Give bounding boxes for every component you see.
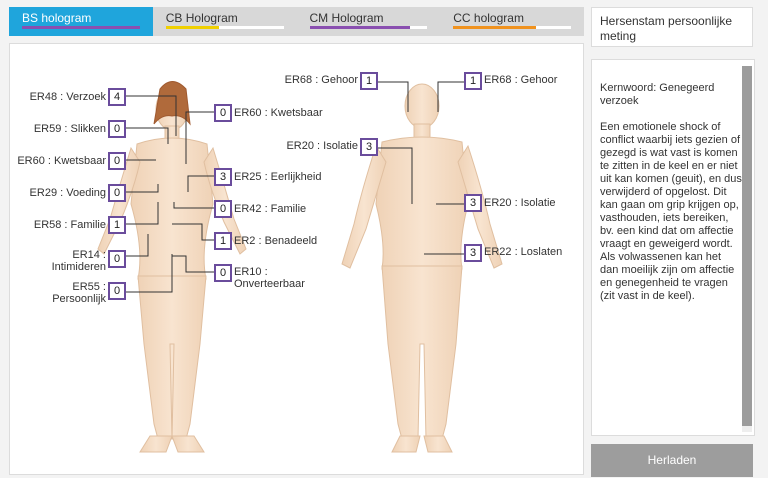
- front-label: ER14 : Intimideren: [51, 249, 106, 273]
- panel-scrollbar[interactable]: [742, 66, 752, 432]
- tab-label: CM Hologram: [309, 11, 384, 25]
- score-box[interactable]: 0: [108, 282, 126, 300]
- body-map: ER48 : Verzoek 4 ER59 : Slikken 0 ER60 :…: [9, 43, 584, 475]
- score-box[interactable]: 0: [108, 184, 126, 202]
- front-label: ER42 : Familie: [234, 203, 307, 215]
- tab-label: BS hologram: [22, 11, 92, 25]
- score-box[interactable]: 3: [464, 244, 482, 262]
- score-box[interactable]: 3: [214, 168, 232, 186]
- score-box[interactable]: 1: [464, 72, 482, 90]
- back-label: ER20 : Isolatie: [484, 197, 556, 209]
- score-box[interactable]: 0: [108, 250, 126, 268]
- back-label: ER20 : Isolatie: [286, 140, 358, 152]
- tab-progress-bar: [165, 26, 284, 29]
- score-box[interactable]: 1: [360, 72, 378, 90]
- back-label: ER22 : Loslaten: [484, 246, 563, 258]
- tab-cm-hologram[interactable]: CM Hologram: [296, 7, 441, 36]
- front-label: ER58 : Familie: [33, 219, 106, 231]
- tab-progress-bar: [453, 26, 571, 29]
- front-label: ER55 : Persoonlijk: [52, 281, 106, 305]
- tab-bs-hologram[interactable]: BS hologram: [9, 7, 153, 36]
- tab-progress-bar: [22, 26, 140, 29]
- scroll-thumb[interactable]: [742, 66, 752, 426]
- tab-cc-hologram[interactable]: CC hologram: [440, 7, 584, 36]
- panel-title: Hersenstam persoonlijke meting: [591, 7, 753, 47]
- tab-label: CC hologram: [453, 11, 524, 25]
- score-box[interactable]: 0: [214, 200, 232, 218]
- reload-button[interactable]: Herladen: [591, 444, 753, 477]
- score-box[interactable]: 0: [214, 104, 232, 122]
- score-box[interactable]: 0: [214, 264, 232, 282]
- panel-text: Kernwoord: Genegeerd verzoek Een emotion…: [600, 82, 742, 316]
- score-box[interactable]: 3: [464, 194, 482, 212]
- front-label: ER2 : Benadeeld: [234, 235, 318, 247]
- front-label: ER48 : Verzoek: [29, 91, 106, 103]
- back-label: ER68 : Gehoor: [484, 74, 558, 86]
- tab-cb-hologram[interactable]: CB Hologram: [152, 7, 297, 36]
- front-label: ER10 : Onverteerbaar: [234, 266, 305, 290]
- score-box[interactable]: 0: [108, 120, 126, 138]
- front-label: ER59 : Slikken: [33, 123, 106, 135]
- front-label: ER60 : Kwetsbaar: [234, 107, 323, 119]
- score-box[interactable]: 3: [360, 138, 378, 156]
- description-text: Een emotionele shock of conflict waarbij…: [600, 121, 742, 302]
- tab-label: CB Hologram: [165, 11, 238, 25]
- front-label: ER25 : Eerlijkheid: [234, 171, 322, 183]
- score-box[interactable]: 1: [108, 216, 126, 234]
- front-label: ER29 : Voeding: [29, 187, 106, 199]
- score-box[interactable]: 4: [108, 88, 126, 106]
- back-label: ER68 : Gehoor: [284, 74, 358, 86]
- description-panel: Kernwoord: Genegeerd verzoek Een emotion…: [591, 59, 755, 436]
- score-box[interactable]: 0: [108, 152, 126, 170]
- keyword-text: Kernwoord: Genegeerd verzoek: [600, 82, 715, 107]
- score-box[interactable]: 1: [214, 232, 232, 250]
- tab-progress-bar: [309, 26, 428, 29]
- front-label: ER60 : Kwetsbaar: [17, 155, 106, 167]
- hologram-tabs: BS hologram CB Hologram CM Hologram CC h…: [9, 7, 584, 36]
